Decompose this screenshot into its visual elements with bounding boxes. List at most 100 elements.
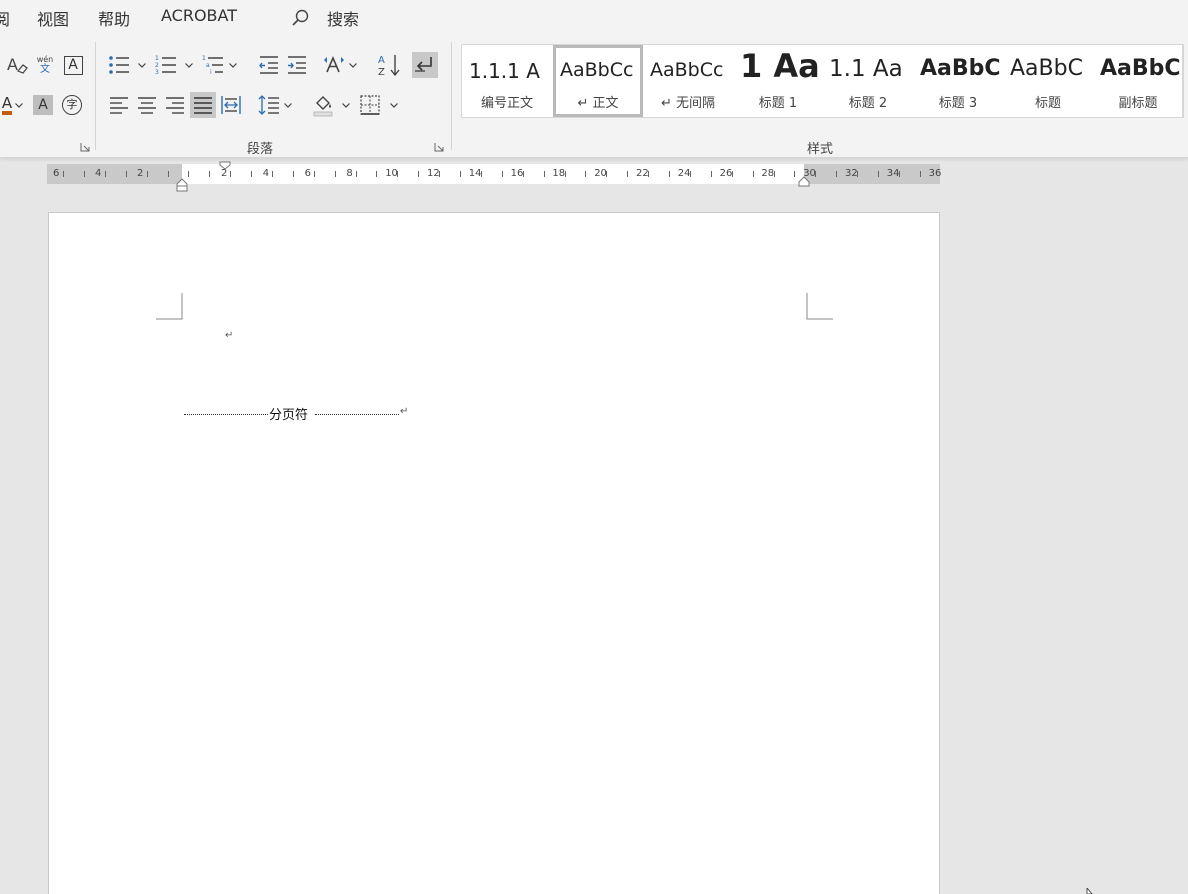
text-direction-button[interactable] <box>321 52 347 78</box>
search-icon[interactable] <box>290 8 310 28</box>
align-center-button[interactable] <box>134 92 160 118</box>
svg-text:3: 3 <box>155 69 159 76</box>
page-break-line-left <box>184 414 270 415</box>
align-right-button[interactable] <box>162 92 188 118</box>
ruler-tick <box>732 171 733 177</box>
svg-text:2: 2 <box>155 62 159 69</box>
search-label[interactable]: 搜索 <box>327 6 359 30</box>
align-left-button[interactable] <box>106 92 132 118</box>
distributed-button[interactable] <box>218 92 244 118</box>
ruler-label: 20 <box>594 168 607 179</box>
ruler-tick <box>690 171 691 177</box>
svg-text:a: a <box>206 62 210 69</box>
multilevel-list-button[interactable]: 1 a i <box>200 52 226 78</box>
clear-formatting-button[interactable]: A <box>4 52 30 78</box>
style-name: 编号正文 <box>480 96 533 111</box>
first-line-indent-marker[interactable] <box>219 161 231 170</box>
paragraph-group-label: 段落 <box>247 142 274 157</box>
svg-text:1: 1 <box>155 55 159 62</box>
sort-button[interactable]: A Z <box>376 52 402 78</box>
decrease-indent-button[interactable] <box>256 52 282 78</box>
borders-button[interactable] <box>357 92 383 118</box>
paint-bucket-icon <box>313 96 333 117</box>
style-name: 标题 <box>1034 96 1061 111</box>
menu-acrobat[interactable]: ACROBAT <box>161 6 237 25</box>
ruler-tick <box>774 171 775 177</box>
style-name: 标题 1 <box>758 96 798 111</box>
style-title[interactable]: AaBbC 标题 <box>1003 45 1093 117</box>
character-shading-button[interactable]: A <box>30 92 56 118</box>
paragraph-dialog-launcher-icon[interactable] <box>434 142 444 152</box>
chevron-down-icon <box>342 102 350 108</box>
ruler-tick <box>606 171 607 177</box>
chevron-down-icon <box>15 102 23 108</box>
line-spacing-icon <box>258 95 279 115</box>
multilevel-list-dropdown[interactable] <box>228 52 238 78</box>
styles-group-label: 样式 <box>807 142 834 157</box>
borders-dropdown[interactable] <box>389 92 399 118</box>
line-spacing-button[interactable] <box>256 92 282 118</box>
style-heading-2[interactable]: 1.1 Aa 标题 2 <box>823 45 913 117</box>
style-heading-1[interactable]: 1 Aa 标题 1 <box>733 45 823 117</box>
shading-button[interactable] <box>310 92 336 118</box>
margin-corner-top-right <box>806 293 833 320</box>
horizontal-ruler[interactable]: 6 4 2 2 4 6 8 10 12 14 16 18 20 22 24 26 28 30 32 34 36 <box>47 161 941 192</box>
shading-dropdown[interactable] <box>341 92 351 118</box>
paragraph-mark: ↵ <box>400 406 409 417</box>
text-direction-dropdown[interactable] <box>348 52 358 78</box>
phonetic-guide-button[interactable]: wén 文 <box>32 52 58 78</box>
ruler-tick <box>105 171 106 177</box>
font-color-glyph: A <box>1 95 13 115</box>
style-normal[interactable]: AaBbCc ↵ 正文 <box>553 45 643 117</box>
bullets-button[interactable] <box>106 52 132 78</box>
chevron-down-icon <box>390 102 398 108</box>
chevron-down-icon <box>284 102 292 108</box>
font-dialog-launcher-icon[interactable] <box>80 142 90 152</box>
font-color-dropdown[interactable] <box>14 92 24 118</box>
style-preview: 1.1.1 A <box>469 59 540 83</box>
character-border-glyph: A <box>63 55 83 75</box>
ruler-tick <box>126 171 127 177</box>
style-heading-3[interactable]: AaBbC 标题 3 <box>913 45 1003 117</box>
style-numbered-body[interactable]: 1.1.1 A 编号正文 <box>462 45 552 117</box>
enclose-characters-button[interactable]: 字 <box>59 92 85 118</box>
menu-review[interactable]: 阅 <box>0 6 10 30</box>
document-page[interactable]: ↵ 分页符 ↵ <box>48 212 940 894</box>
hanging-indent-marker[interactable] <box>176 176 188 192</box>
svg-text:A: A <box>378 55 385 66</box>
page-break[interactable]: 分页符 ↵ <box>184 403 410 423</box>
bullets-dropdown[interactable] <box>137 52 147 78</box>
ruler-tick <box>481 171 482 177</box>
style-no-spacing[interactable]: AaBbCc ↵ 无间隔 <box>643 45 733 117</box>
style-subtitle[interactable]: AaBbC 副标题 <box>1093 45 1183 117</box>
ruler-tick <box>544 171 545 177</box>
numbering-dropdown[interactable] <box>184 52 194 78</box>
show-paragraph-marks-button[interactable] <box>412 52 438 78</box>
ruler-tick <box>272 171 273 177</box>
right-indent-marker[interactable] <box>798 176 810 187</box>
ruler-tick <box>648 171 649 177</box>
chinese-layout-icon <box>324 55 344 73</box>
chevron-down-icon <box>185 62 193 68</box>
ribbon: A wén 文 A A A 字 1 2 3 1 a i A Z 段落 1.1.1… <box>0 36 1188 158</box>
increase-indent-button[interactable] <box>284 52 310 78</box>
menu-view[interactable]: 视图 <box>37 6 69 30</box>
menu-bar: 阅 视图 帮助 ACROBAT 搜索 <box>0 0 1188 36</box>
ruler-tick <box>188 171 189 177</box>
justify-button[interactable] <box>190 92 216 118</box>
ruler-tick <box>565 171 566 177</box>
menu-help[interactable]: 帮助 <box>98 6 130 30</box>
ruler-label: 18 <box>552 168 566 179</box>
character-border-button[interactable]: A <box>60 52 86 78</box>
numbering-button[interactable]: 1 2 3 <box>153 52 179 78</box>
ruler-tick <box>356 171 357 177</box>
ruler-label: 8 <box>346 168 353 179</box>
page-break-label: 分页符 <box>269 404 309 423</box>
chevron-down-icon <box>229 62 237 68</box>
ruler-tick <box>627 171 628 177</box>
ruler-tick <box>753 171 754 177</box>
ruler-tick <box>209 171 210 177</box>
style-preview: AaBbC <box>1100 56 1181 81</box>
line-spacing-dropdown[interactable] <box>283 92 293 118</box>
styles-gallery-scroll[interactable] <box>1183 44 1188 118</box>
